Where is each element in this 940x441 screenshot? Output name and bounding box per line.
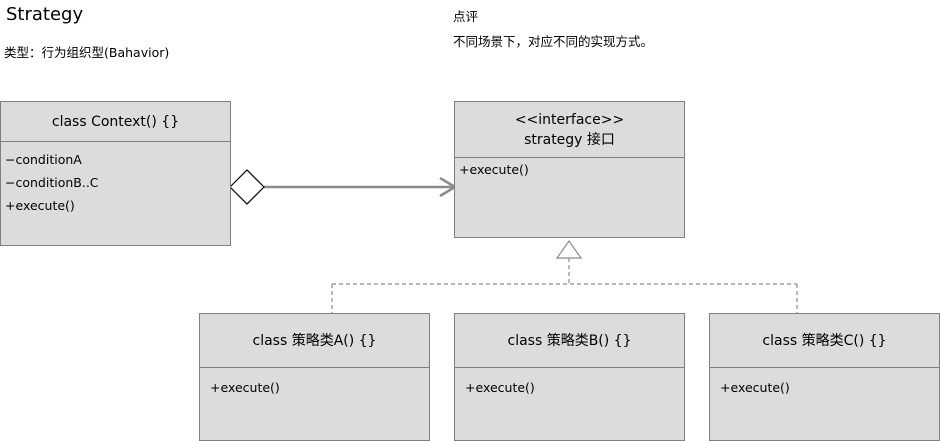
interface-members: +execute(): [459, 158, 529, 181]
member-execute: +execute(): [465, 380, 535, 395]
concrete-strategy-c-box: class 策略类C() {} +execute(): [709, 313, 940, 441]
strategy-interface-header: <<interface>> strategy 接口: [455, 102, 684, 158]
concrete-strategy-a-box: class 策略类A() {} +execute(): [199, 313, 430, 441]
interface-name: strategy 接口: [524, 131, 615, 148]
context-class-box: class Context() {} −conditionA −conditio…: [0, 101, 231, 246]
interface-stereotype: <<interface>>: [514, 111, 625, 128]
context-class-members: −conditionA −conditionB..C +execute(): [5, 148, 99, 217]
member-execute: +execute(): [459, 162, 529, 177]
concrete-strategy-c-members: +execute(): [720, 376, 790, 399]
member-condition-a: −conditionA: [5, 152, 82, 167]
uml-diagram: Strategy 类型：行为组织型(Bahavior) 点评 不同场景下，对应不…: [0, 0, 940, 441]
concrete-strategy-b-box: class 策略类B() {} +execute(): [454, 313, 685, 441]
realization-triangle: [555, 239, 583, 259]
aggregation-diamond: [229, 169, 265, 205]
context-class-header: class Context() {}: [1, 102, 230, 142]
concrete-strategy-c-header: class 策略类C() {}: [710, 314, 939, 368]
member-execute: +execute(): [210, 380, 280, 395]
concrete-strategy-b-name: class 策略类B() {}: [507, 332, 632, 349]
concrete-strategy-a-name: class 策略类A() {}: [252, 332, 377, 349]
member-execute: +execute(): [5, 198, 75, 213]
concrete-strategy-a-header: class 策略类A() {}: [200, 314, 429, 368]
context-class-name: class Context() {}: [51, 113, 180, 130]
member-execute: +execute(): [720, 380, 790, 395]
concrete-strategy-c-name: class 策略类C() {}: [762, 332, 887, 349]
concrete-strategy-b-members: +execute(): [465, 376, 535, 399]
strategy-interface-box: <<interface>> strategy 接口 +execute(): [454, 101, 685, 238]
concrete-strategy-b-header: class 策略类B() {}: [455, 314, 684, 368]
member-condition-bc: −conditionB..C: [5, 175, 99, 190]
concrete-strategy-a-members: +execute(): [210, 376, 280, 399]
